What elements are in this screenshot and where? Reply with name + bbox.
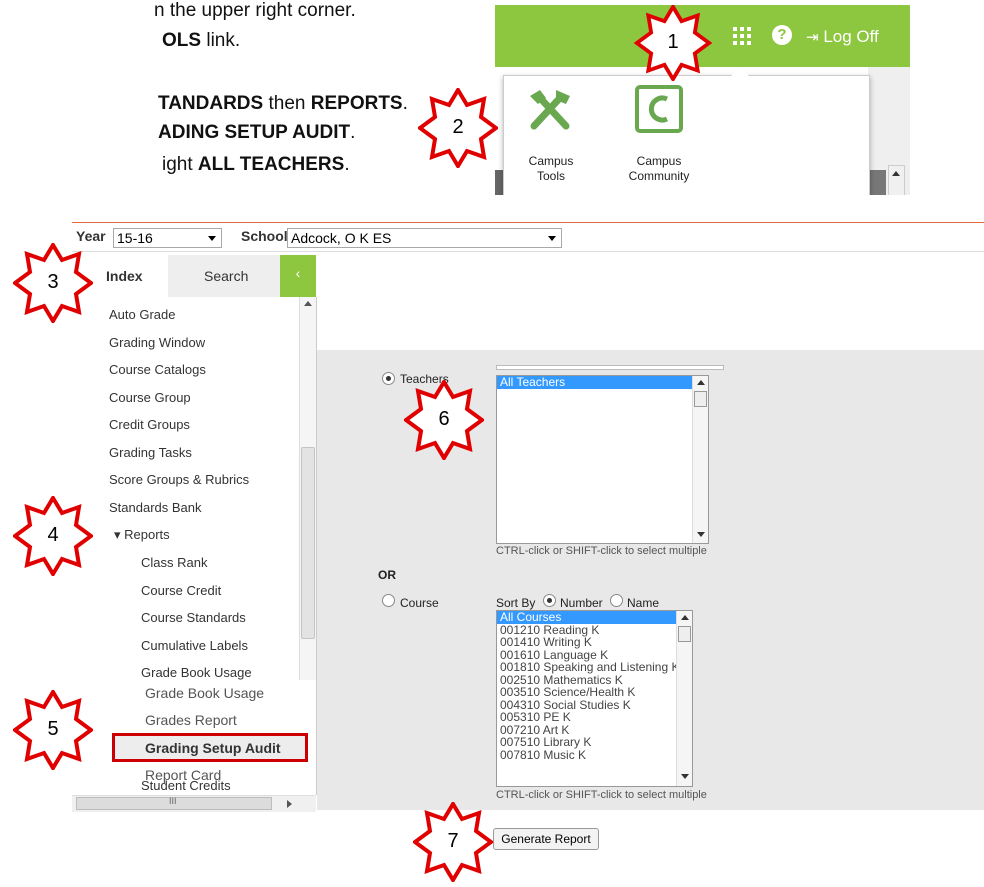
year-label: Year bbox=[76, 228, 106, 244]
community-icon bbox=[635, 85, 683, 133]
sidebar-item-course-catalogs[interactable]: Course Catalogs bbox=[109, 362, 206, 377]
school-select[interactable]: Adcock, O K ES bbox=[287, 228, 562, 248]
sidebar-item-class-rank[interactable]: Class Rank bbox=[141, 555, 207, 570]
filter-bar: Year 15-16 School Adcock, O K ES bbox=[72, 223, 984, 252]
sidebar-scroll-thumb[interactable] bbox=[301, 447, 315, 639]
sidebar-item-auto-grade[interactable]: Auto Grade bbox=[109, 307, 176, 322]
sort-by-label: Sort By bbox=[496, 596, 536, 610]
year-select[interactable]: 15-16 bbox=[113, 228, 222, 248]
sidebar-item-course-standards[interactable]: Course Standards bbox=[141, 610, 246, 625]
courses-hint: CTRL-click or SHIFT-click to select mult… bbox=[496, 789, 707, 801]
sidebar-item-grading-window[interactable]: Grading Window bbox=[109, 335, 205, 350]
scrollbar[interactable] bbox=[888, 165, 905, 195]
courses-listbox[interactable]: All Courses 001210 Reading K 001410 Writ… bbox=[496, 610, 693, 787]
callout-4: 4 bbox=[13, 496, 93, 576]
campus-community-label: Campus Community bbox=[628, 154, 690, 183]
callout-7: 7 bbox=[413, 802, 493, 882]
background-strip bbox=[495, 170, 503, 195]
logoff-link[interactable]: ⇥ Log Off bbox=[806, 27, 879, 47]
callout-2: 2 bbox=[418, 88, 498, 168]
listbox-scrollbar[interactable] bbox=[676, 611, 692, 786]
logoff-icon: ⇥ bbox=[806, 29, 819, 46]
callout-6: 6 bbox=[404, 380, 484, 460]
list-item[interactable]: 007810 Music K bbox=[497, 748, 692, 762]
submenu-item-grade-book-usage[interactable]: Grade Book Usage bbox=[145, 685, 264, 701]
sidebar-item-grade-book-usage[interactable]: Grade Book Usage bbox=[141, 665, 252, 680]
sidebar-item-credit-groups[interactable]: Credit Groups bbox=[109, 417, 190, 432]
popup-caret bbox=[731, 67, 749, 76]
teachers-radio[interactable] bbox=[382, 372, 395, 385]
sidebar-tabs: Index Search ‹ bbox=[72, 255, 316, 297]
list-item[interactable]: All Courses bbox=[497, 611, 692, 624]
sidebar-item-score-groups[interactable]: Score Groups & Rubrics bbox=[109, 472, 249, 487]
sidebar-item-course-credit[interactable]: Course Credit bbox=[141, 583, 221, 598]
callout-5: 5 bbox=[13, 690, 93, 770]
tab-search[interactable]: Search bbox=[168, 255, 298, 297]
tools-icon bbox=[530, 90, 570, 130]
sidebar-item-student-credits[interactable]: Student Credits bbox=[141, 778, 231, 793]
list-item[interactable]: 001410 Writing K bbox=[497, 636, 692, 649]
content-header bbox=[317, 255, 984, 351]
callout-1: 1 bbox=[633, 5, 713, 81]
app-grid-icon[interactable] bbox=[733, 27, 751, 45]
list-item[interactable]: 005310 PE K bbox=[497, 711, 692, 724]
campus-tools-button[interactable]: Campus Tools bbox=[516, 82, 586, 192]
course-radio[interactable] bbox=[382, 594, 395, 607]
collapse-sidebar-button[interactable]: ‹ bbox=[280, 255, 316, 297]
chevron-down-icon bbox=[548, 236, 556, 241]
list-item[interactable]: 001810 Speaking and Listening K bbox=[497, 661, 692, 674]
logoff-label: Log Off bbox=[823, 27, 879, 46]
sidebar-hscroll-thumb[interactable]: III bbox=[76, 796, 272, 810]
sidebar-item-standards-bank[interactable]: Standards Bank bbox=[109, 500, 202, 515]
teachers-hint: CTRL-click or SHIFT-click to select mult… bbox=[496, 545, 707, 557]
chevron-down-icon bbox=[208, 236, 216, 241]
school-label: School bbox=[241, 228, 288, 244]
campus-community-button[interactable]: Campus Community bbox=[614, 82, 704, 192]
sort-name-label: Name bbox=[627, 596, 660, 610]
tools-popup: Campus Tools Campus Community bbox=[503, 75, 870, 195]
sort-name-radio[interactable] bbox=[610, 594, 623, 607]
sort-number-radio[interactable] bbox=[543, 594, 556, 607]
list-item[interactable]: All Teachers bbox=[497, 376, 708, 389]
callout-3: 3 bbox=[13, 243, 93, 323]
list-item[interactable]: 007510 Library K bbox=[497, 736, 692, 749]
campus-tools-label: Campus Tools bbox=[528, 154, 574, 183]
sidebar-item-course-group[interactable]: Course Group bbox=[109, 390, 191, 405]
background-strip bbox=[868, 170, 886, 195]
listbox-scrollbar[interactable] bbox=[692, 376, 708, 543]
or-label: OR bbox=[378, 568, 396, 582]
year-value: 15-16 bbox=[117, 230, 153, 246]
teachers-listbox[interactable]: All Teachers bbox=[496, 375, 709, 544]
list-header-strip bbox=[496, 365, 724, 370]
sidebar-item-cumulative-labels[interactable]: Cumulative Labels bbox=[141, 638, 248, 653]
sidebar-item-reports[interactable]: ▾ Reports bbox=[114, 527, 170, 543]
submenu-item-grades-report[interactable]: Grades Report bbox=[145, 712, 237, 728]
generate-report-button[interactable]: Generate Report bbox=[493, 828, 599, 850]
scroll-grip: III bbox=[169, 796, 177, 806]
course-label: Course bbox=[400, 596, 439, 610]
school-value: Adcock, O K ES bbox=[291, 230, 392, 246]
list-item[interactable]: 003510 Science/Health K bbox=[497, 686, 692, 699]
sort-number-label: Number bbox=[560, 596, 603, 610]
help-icon[interactable]: ? bbox=[772, 25, 792, 45]
sidebar-item-grading-tasks[interactable]: Grading Tasks bbox=[109, 445, 192, 460]
submenu-item-grading-setup-audit[interactable]: Grading Setup Audit bbox=[145, 740, 281, 756]
